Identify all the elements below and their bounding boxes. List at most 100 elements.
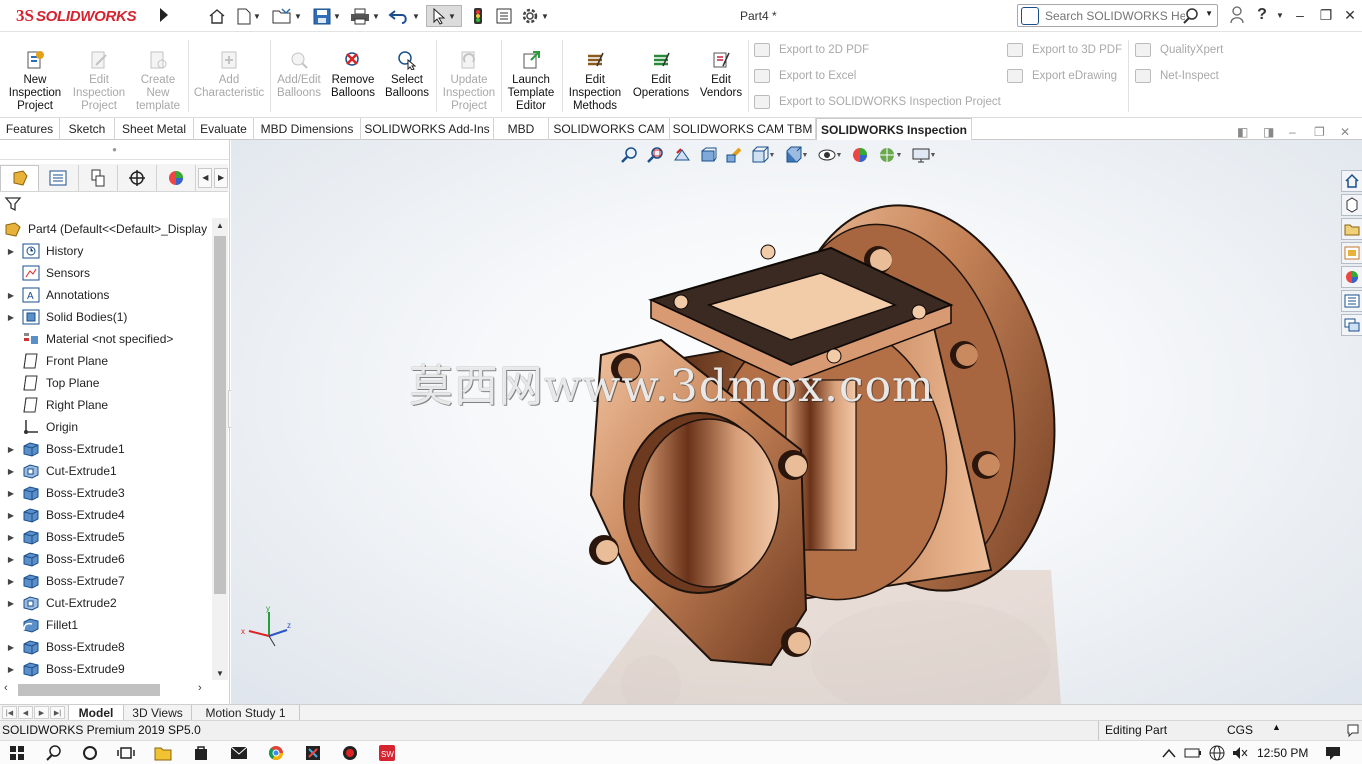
edit-inspection-project-button[interactable]: Edit Inspection Project xyxy=(67,50,131,113)
export-sw-inspection-button[interactable]: Export to SOLIDWORKS Inspection Project xyxy=(754,92,1001,112)
expand-arrow-icon[interactable]: ▶ xyxy=(0,533,22,542)
design-library-icon[interactable] xyxy=(1341,194,1362,216)
undo-icon[interactable]: ▼ xyxy=(386,5,422,27)
scroll-down-icon[interactable]: ▼ xyxy=(212,666,228,680)
select-balloons-button[interactable]: Select Balloons xyxy=(375,50,439,100)
tree-filter[interactable] xyxy=(4,194,226,214)
launch-template-editor-button[interactable]: Launch Template Editor xyxy=(499,50,563,113)
tab-evaluate[interactable]: Evaluate xyxy=(194,118,254,140)
tab-last-icon[interactable]: ▶| xyxy=(50,706,65,719)
expand-arrow-icon[interactable]: ▶ xyxy=(0,643,22,652)
file-explorer-icon[interactable] xyxy=(1341,218,1362,240)
tab-3d-views[interactable]: 3D Views xyxy=(124,705,192,721)
status-notification-icon[interactable] xyxy=(1346,722,1360,741)
export-3d-pdf-button[interactable]: Export to 3D PDF xyxy=(1007,40,1122,60)
taskbar-search-icon[interactable] xyxy=(43,743,65,763)
tab-sheet-metal[interactable]: Sheet Metal xyxy=(115,118,194,140)
expand-arrow-icon[interactable]: ▶ xyxy=(0,291,22,300)
solidworks-forum-icon[interactable] xyxy=(1341,314,1362,336)
feature-manager-tab[interactable] xyxy=(0,164,40,191)
print-icon[interactable]: ▼ xyxy=(348,5,382,27)
solidworks-logo[interactable]: 3S SOLIDWORKS xyxy=(16,6,152,26)
tree-item[interactable]: ▶ Boss-Extrude3 xyxy=(0,482,212,504)
chrome-icon[interactable] xyxy=(265,743,287,763)
tree-item[interactable]: ▶ Boss-Extrude9 xyxy=(0,658,212,680)
property-manager-tab[interactable] xyxy=(39,164,79,191)
file-properties-icon[interactable] xyxy=(494,5,514,27)
tab-mbd-dimensions[interactable]: MBD Dimensions xyxy=(254,118,361,140)
tree-item[interactable]: Top Plane xyxy=(0,372,212,394)
tab-sketch[interactable]: Sketch xyxy=(60,118,115,140)
tree-item[interactable]: ▶ Boss-Extrude7 xyxy=(0,570,212,592)
qualityxpert-button[interactable]: QualityXpert xyxy=(1135,40,1223,60)
options-gear-icon[interactable]: ▼ xyxy=(518,5,552,27)
tab-solidworks-inspection[interactable]: SOLIDWORKS Inspection xyxy=(816,118,972,141)
scroll-thumb[interactable] xyxy=(214,236,226,594)
scroll-thumb-horizontal[interactable] xyxy=(18,684,160,696)
expand-arrow-icon[interactable]: ▶ xyxy=(0,445,22,454)
tree-item[interactable]: Fillet1 xyxy=(0,614,212,636)
export-2d-pdf-button[interactable]: Export to 2D PDF xyxy=(754,40,869,60)
tree-item[interactable]: ▶ Boss-Extrude4 xyxy=(0,504,212,526)
tab-next-icon[interactable]: ▶ xyxy=(34,706,49,719)
view-palette-icon[interactable] xyxy=(1341,242,1362,264)
media-app-icon[interactable] xyxy=(302,743,324,763)
expand-arrow-icon[interactable]: ▶ xyxy=(0,555,22,564)
tree-item[interactable]: ▶ History xyxy=(0,240,212,262)
tree-item[interactable]: Front Plane xyxy=(0,350,212,372)
solidworks-resources-icon[interactable] xyxy=(1341,170,1362,192)
home-icon[interactable] xyxy=(206,5,228,27)
edit-operations-button[interactable]: Edit Operations xyxy=(629,50,693,100)
viewport-tile-right-icon[interactable]: ◨ xyxy=(1263,125,1274,139)
battery-icon[interactable] xyxy=(1182,743,1204,763)
tab-prev-icon[interactable]: ◀ xyxy=(18,706,33,719)
display-manager-tab[interactable] xyxy=(157,164,197,191)
tree-item[interactable]: ▶ A Annotations xyxy=(0,284,212,306)
help-icon[interactable]: ? xyxy=(1252,4,1272,26)
appearances-scenes-icon[interactable] xyxy=(1341,266,1362,288)
doc-minimize-button[interactable]: – xyxy=(1289,125,1296,139)
tree-item[interactable]: ▶ Solid Bodies(1) xyxy=(0,306,212,328)
mail-icon[interactable] xyxy=(228,743,250,763)
taskbar-clock[interactable]: 12:50 PM xyxy=(1257,746,1308,760)
configuration-manager-tab[interactable] xyxy=(79,164,118,191)
show-hidden-icons-icon[interactable] xyxy=(1158,743,1180,763)
action-center-icon[interactable] xyxy=(1322,743,1344,763)
minimize-button[interactable]: – xyxy=(1290,4,1310,26)
unit-system-dropdown-icon[interactable]: ▲ xyxy=(1272,722,1281,732)
edit-inspection-methods-button[interactable]: Edit Inspection Methods xyxy=(563,50,627,113)
expand-arrow-icon[interactable]: ▶ xyxy=(0,313,22,322)
tree-item[interactable]: Right Plane xyxy=(0,394,212,416)
scroll-up-icon[interactable]: ▲ xyxy=(212,218,228,232)
part-3d-model[interactable] xyxy=(231,140,1362,704)
menu-expand-arrow-icon[interactable] xyxy=(160,8,168,22)
unit-system[interactable]: CGS xyxy=(1227,723,1253,737)
create-new-template-button[interactable]: Create New template xyxy=(126,50,190,113)
close-button[interactable]: ✕ xyxy=(1340,4,1360,26)
tree-item[interactable]: ▶ Boss-Extrude8 xyxy=(0,636,212,658)
new-inspection-project-button[interactable]: New Inspection Project xyxy=(3,50,67,113)
tab-mbd[interactable]: MBD xyxy=(494,118,549,140)
tree-item[interactable]: ▶ Boss-Extrude6 xyxy=(0,548,212,570)
tree-item[interactable]: ▶ Boss-Extrude1 xyxy=(0,438,212,460)
tree-item[interactable]: ▶ Cut-Extrude1 xyxy=(0,460,212,482)
open-folder-icon[interactable]: ▼ xyxy=(270,5,304,27)
tree-vertical-scrollbar[interactable]: ▲ ▼ xyxy=(212,218,228,680)
search-box[interactable]: ▼ xyxy=(1017,4,1218,27)
tab-model[interactable]: Model xyxy=(68,705,124,721)
search-input[interactable] xyxy=(1045,8,1185,23)
panel-tab-next-icon[interactable]: ▶ xyxy=(214,167,228,188)
recorder-icon[interactable] xyxy=(339,743,361,763)
expand-arrow-icon[interactable]: ▶ xyxy=(0,511,22,520)
tree-item[interactable]: Sensors xyxy=(0,262,212,284)
volume-icon[interactable] xyxy=(1229,743,1251,763)
store-icon[interactable] xyxy=(190,743,212,763)
expand-arrow-icon[interactable]: ▶ xyxy=(0,665,22,674)
tab-first-icon[interactable]: |◀ xyxy=(2,706,17,719)
edit-vendors-button[interactable]: Edit Vendors xyxy=(689,50,753,100)
scroll-left-icon[interactable]: ‹ xyxy=(4,682,8,694)
expand-arrow-icon[interactable]: ▶ xyxy=(0,247,22,256)
tab-solidworks-add-ins[interactable]: SOLIDWORKS Add-Ins xyxy=(361,118,494,140)
export-excel-button[interactable]: Export to Excel xyxy=(754,66,856,86)
expand-arrow-icon[interactable]: ▶ xyxy=(0,599,22,608)
